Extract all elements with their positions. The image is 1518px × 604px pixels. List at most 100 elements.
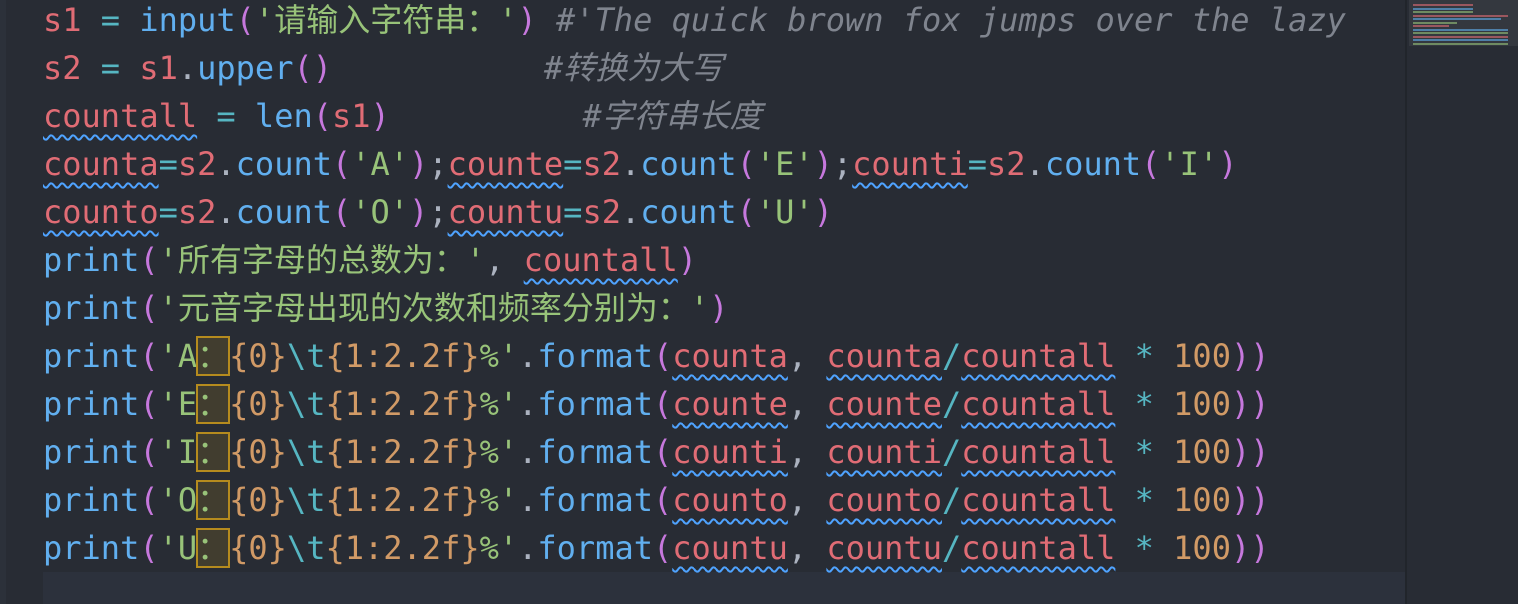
code-token: print [43, 289, 140, 327]
code-token: ： [196, 480, 231, 520]
code-token: {0} [229, 481, 287, 519]
minimap-line [1413, 35, 1508, 38]
current-line-highlight [43, 572, 1405, 604]
code-token: ( [331, 145, 352, 183]
code-token: ： [196, 336, 231, 376]
code-token: ) [709, 289, 729, 327]
code-token: format [537, 337, 653, 375]
code-token: )) [1230, 529, 1270, 567]
code-token: {0} [229, 385, 287, 423]
code-token: counti [852, 145, 968, 183]
code-token: . [216, 145, 236, 183]
code-token: print [43, 337, 140, 375]
code-token: , [787, 433, 827, 471]
code-token: )) [1230, 385, 1270, 423]
code-token: countall [523, 241, 678, 279]
code-token: ： [196, 432, 231, 472]
code-token: ) [677, 241, 698, 279]
code-line[interactable]: print('U：{0}\t{1:2.2f}%'.format(countu, … [43, 524, 1269, 572]
code-line[interactable]: s2 = s1.upper() #转换为大写 [43, 44, 723, 92]
code-token: * [1134, 433, 1154, 471]
code-token: print [43, 481, 140, 519]
code-token: ) [813, 145, 833, 183]
code-token: ( [139, 433, 159, 471]
code-comment: #字符串长度 [582, 97, 762, 135]
code-token: 100 [1173, 529, 1231, 567]
code-token: s2 [582, 193, 621, 231]
code-token: , [787, 385, 827, 423]
code-token: . [216, 193, 236, 231]
code-token: * [1134, 529, 1154, 567]
code-token: format [537, 385, 653, 423]
code-token: count [640, 193, 737, 231]
minimap-line [1413, 32, 1508, 34]
code-token: * [1134, 337, 1154, 375]
code-token: len [254, 97, 313, 135]
code-token: s1 [139, 49, 178, 87]
code-token: 100 [1173, 337, 1231, 375]
code-token: / [941, 337, 962, 375]
code-line[interactable]: print('A：{0}\t{1:2.2f}%'.format(counta, … [43, 332, 1269, 380]
code-line[interactable]: print('I：{0}\t{1:2.2f}%'.format(counti, … [43, 428, 1269, 476]
code-line[interactable]: print('所有字母的总数为：', countall) [43, 236, 697, 284]
code-token: . [518, 433, 538, 471]
code-token: '元音字母出现的次数和频率分别为：' [158, 289, 710, 327]
code-token: 'E' [755, 145, 814, 183]
code-line[interactable]: print('E：{0}\t{1:2.2f}%'.format(counte, … [43, 380, 1269, 428]
minimap[interactable] [1407, 0, 1518, 604]
code-token: format [537, 433, 653, 471]
code-token: ( [139, 385, 159, 423]
code-token: %' [479, 433, 519, 471]
code-line[interactable]: countall = len(s1) #字符串长度 [43, 92, 762, 140]
code-line[interactable]: counto=s2.count('O');countu=s2.count('U'… [43, 188, 833, 236]
code-token: = [216, 97, 236, 135]
code-line[interactable]: print('元音字母出现的次数和频率分别为：') [43, 284, 728, 332]
code-token: %' [479, 385, 519, 423]
code-token: ) [409, 145, 429, 183]
code-token: ( [139, 481, 159, 519]
code-token: / [941, 481, 962, 519]
code-token: countall [961, 385, 1116, 423]
code-token: print [43, 529, 140, 567]
code-token: s2 [177, 193, 217, 231]
code-token: ( [736, 145, 756, 183]
code-token: s2 [43, 49, 82, 87]
code-token: )) [1230, 481, 1270, 519]
code-line[interactable]: s1 = input('请输入字符串：') #'The quick brown … [43, 0, 1346, 44]
code-token: = [563, 145, 583, 183]
code-token: ( [652, 433, 673, 471]
code-editor[interactable]: s1 = input('请输入字符串：') #'The quick brown … [0, 0, 1518, 604]
code-token: ： [196, 528, 231, 568]
code-token: , [485, 241, 524, 279]
code-token: \t [286, 433, 326, 471]
code-token: print [43, 433, 140, 471]
code-line[interactable]: print('O：{0}\t{1:2.2f}%'.format(counto, … [43, 476, 1269, 524]
code-token: %' [479, 529, 519, 567]
code-comment: #'The quick brown fox jumps over the laz… [556, 1, 1346, 39]
code-token: ( [139, 337, 159, 375]
code-token: countall [961, 481, 1116, 519]
code-token: %' [479, 481, 519, 519]
code-token: counti [826, 433, 942, 471]
code-token: \t [286, 529, 326, 567]
code-token: countall [961, 529, 1116, 567]
code-token: \t [286, 481, 326, 519]
code-token: ( [652, 529, 673, 567]
minimap-line [1413, 21, 1457, 24]
code-token: 'I [158, 433, 198, 471]
code-token: countu [826, 529, 942, 567]
code-token: = [563, 193, 583, 231]
code-token: . [518, 337, 538, 375]
code-token: ( [139, 241, 159, 279]
code-token: ) [409, 193, 429, 231]
minimap-line [1413, 39, 1508, 41]
code-line[interactable]: counta=s2.count('A');counte=s2.count('E'… [43, 140, 1237, 188]
code-area[interactable]: s1 = input('请输入字符串：') #'The quick brown … [0, 0, 1405, 604]
